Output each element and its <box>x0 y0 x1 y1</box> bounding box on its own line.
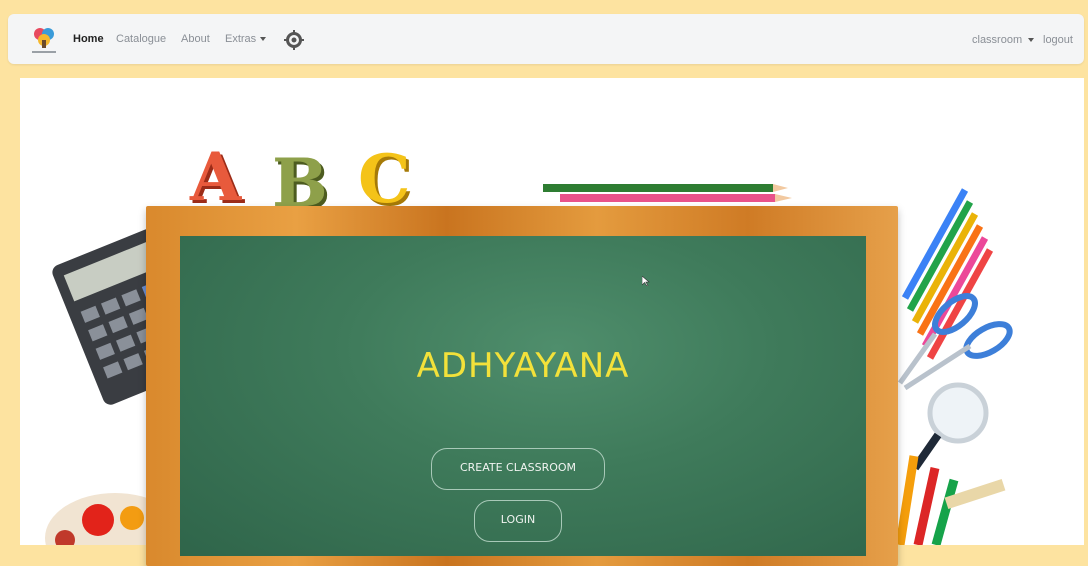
navbar: Home Catalogue About Extras classroom lo… <box>8 14 1084 64</box>
classroom-dropdown[interactable]: classroom <box>972 34 1035 46</box>
create-classroom-button[interactable]: CREATE CLASSROOM <box>431 448 605 490</box>
pencils-on-board-image <box>543 184 792 202</box>
chevron-down-icon <box>260 37 267 42</box>
nav-extras-label: Extras <box>225 33 257 45</box>
logout-link[interactable]: logout <box>1043 34 1073 46</box>
nav-home[interactable]: Home <box>73 33 104 45</box>
gear-icon[interactable] <box>284 30 304 50</box>
page-title: ADHYAYANA <box>416 346 630 386</box>
cursor-icon <box>642 276 650 286</box>
nav-about[interactable]: About <box>181 33 210 45</box>
magnifying-glass-image <box>911 382 989 471</box>
classroom-label: classroom <box>972 34 1023 46</box>
chevron-down-icon <box>1028 38 1035 43</box>
brand-logo-icon[interactable] <box>26 24 62 56</box>
nav-extras-dropdown[interactable]: Extras <box>225 33 267 45</box>
nav-catalogue[interactable]: Catalogue <box>116 33 166 45</box>
letter-a: A <box>190 138 242 216</box>
login-button[interactable]: LOGIN <box>474 500 562 542</box>
